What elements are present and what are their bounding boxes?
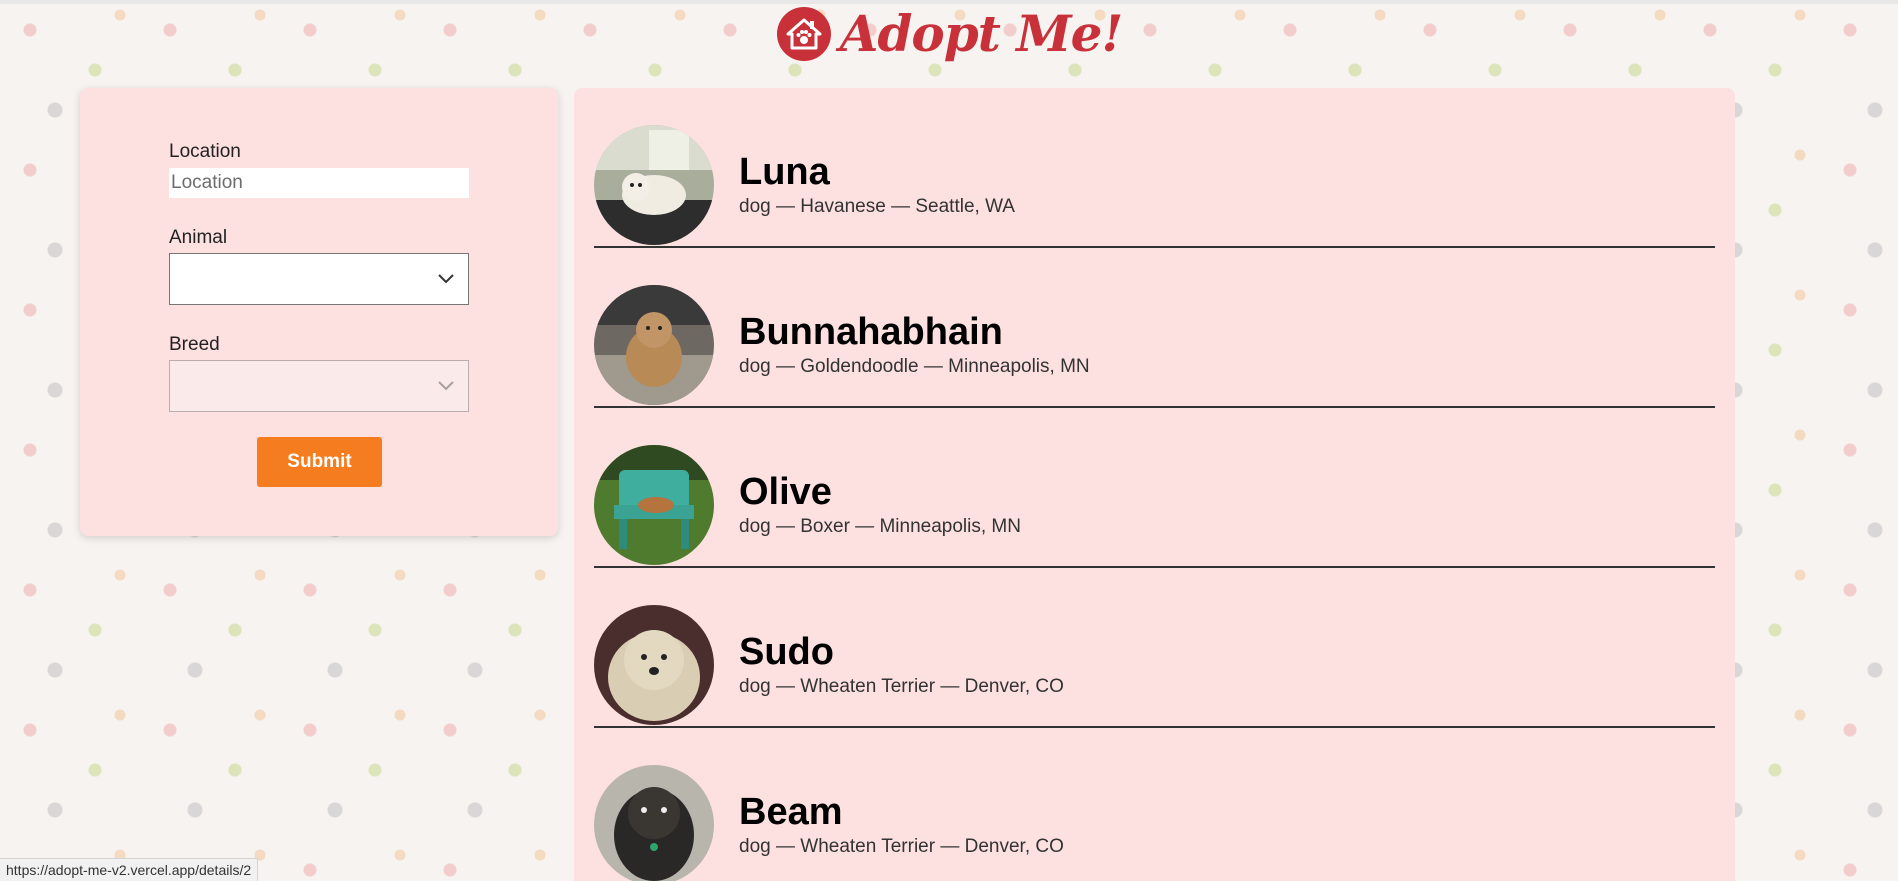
location-label: Location [169,141,241,162]
pet-description: dog — Boxer — Minneapolis, MN [739,516,1021,537]
pet-results-list: Luna dog — Havanese — Seattle, WA Bunnah… [574,88,1735,881]
pet-photo-olive [594,445,714,565]
pet-photo-beam [594,765,714,881]
breed-label: Breed [169,334,220,355]
pet-card-sudo[interactable]: Sudo dog — Wheaten Terrier — Denver, CO [594,568,1715,728]
site-title: Adopt Me! [839,4,1124,63]
pet-photo-sudo [594,605,714,725]
house-paw-logo-icon [776,7,831,61]
pet-name: Bunnahabhain [739,311,1003,353]
pet-description: dog — Goldendoodle — Minneapolis, MN [739,356,1090,377]
pet-name: Beam [739,791,843,833]
pet-name: Luna [739,151,830,193]
pet-photo-luna [594,125,714,245]
pet-name: Sudo [739,631,834,673]
pet-card-bunnahabhain[interactable]: Bunnahabhain dog — Goldendoodle — Minnea… [594,248,1715,408]
pet-card-beam[interactable]: Beam dog — Wheaten Terrier — Denver, CO [594,728,1715,881]
breed-select[interactable] [169,360,469,412]
chevron-down-icon [438,274,454,284]
pet-photo-bunnahabhain [594,285,714,405]
location-input[interactable] [169,168,469,198]
status-bar-url: https://adopt-me-v2.vercel.app/details/2 [0,858,259,881]
pet-card-luna[interactable]: Luna dog — Havanese — Seattle, WA [594,88,1715,248]
pet-name: Olive [739,471,832,513]
pet-description: dog — Wheaten Terrier — Denver, CO [739,676,1064,697]
pet-description: dog — Havanese — Seattle, WA [739,196,1015,217]
pet-description: dog — Wheaten Terrier — Denver, CO [739,836,1064,857]
site-header: Adopt Me! [0,6,1898,76]
animal-select[interactable] [169,253,469,305]
search-form: Location Animal Breed Submit [80,88,558,536]
animal-label: Animal [169,227,228,248]
home-link[interactable]: Adopt Me! [776,6,1123,62]
submit-button[interactable]: Submit [257,437,382,487]
pet-card-olive[interactable]: Olive dog — Boxer — Minneapolis, MN [594,408,1715,568]
chevron-down-icon [438,381,454,391]
